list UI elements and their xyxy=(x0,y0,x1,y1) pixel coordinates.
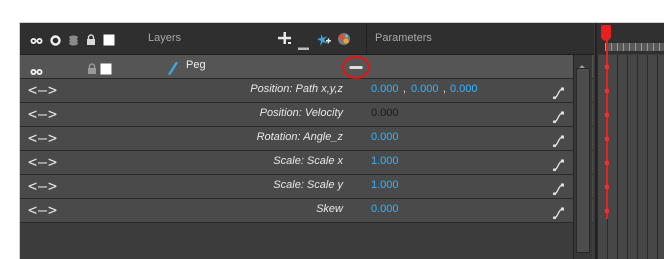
param-value[interactable]: 1.000 xyxy=(371,179,399,191)
function-curve-icon[interactable] xyxy=(553,204,565,223)
keyframe-marker[interactable] xyxy=(605,113,609,117)
function-curve-icon[interactable] xyxy=(553,156,565,175)
scroll-up-arrow-icon[interactable] xyxy=(576,57,588,69)
peg-layer-row[interactable]: Peg xyxy=(20,55,593,79)
layers-panel: Layers Parameters Peg <—> Position: Path… xyxy=(20,23,594,259)
param-row-skew[interactable]: <—> Skew 0.000 xyxy=(20,199,593,223)
frame-ruler[interactable] xyxy=(605,43,664,51)
param-name: Rotation: Angle_z xyxy=(256,131,343,143)
param-value-x[interactable]: 0.000 xyxy=(371,83,399,95)
circle-icon[interactable] xyxy=(50,31,61,50)
param-value-z[interactable]: 0.000 xyxy=(450,83,478,95)
keyframe-marker[interactable] xyxy=(605,65,609,69)
expand-arrows[interactable]: <—> xyxy=(28,105,58,123)
param-value-y[interactable]: 0.000 xyxy=(411,83,439,95)
keyframe-marker[interactable] xyxy=(605,161,609,165)
param-name: Skew xyxy=(316,203,343,215)
param-name: Position: Path x,y,z xyxy=(250,83,343,95)
keyframe-marker[interactable] xyxy=(605,185,609,189)
param-row-scale-y[interactable]: <—> Scale: Scale y 1.000 xyxy=(20,175,593,199)
expand-arrows[interactable]: <—> xyxy=(28,153,58,171)
stack-icon[interactable] xyxy=(68,31,79,50)
scrollbar-thumb[interactable] xyxy=(576,68,590,253)
value-separator: , xyxy=(403,83,407,95)
param-row-velocity[interactable]: <—> Position: Velocity 0.000 xyxy=(20,103,593,127)
param-name: Scale: Scale y xyxy=(273,179,343,191)
timeline-panel[interactable] xyxy=(595,23,664,259)
expand-arrows[interactable]: <—> xyxy=(28,177,58,195)
peg-icon xyxy=(168,60,178,79)
param-row-position-path[interactable]: <—> Position: Path x,y,z 0.000, 0.000, 0.0… xyxy=(20,79,593,103)
layers-label: Layers xyxy=(148,32,182,44)
square-icon[interactable] xyxy=(103,31,115,50)
lock-icon[interactable] xyxy=(86,31,96,50)
lock-icon[interactable] xyxy=(87,60,97,79)
square-icon[interactable] xyxy=(100,60,112,79)
parameters-label: Parameters xyxy=(375,32,432,44)
param-name: Position: Velocity xyxy=(259,107,343,119)
timeline-window: Layers Parameters Peg <—> Position: Path… xyxy=(19,22,664,259)
playhead-handle[interactable] xyxy=(601,25,611,41)
eye-icon[interactable] xyxy=(30,31,43,50)
function-curve-icon[interactable] xyxy=(553,108,565,127)
function-curve-icon[interactable] xyxy=(553,132,565,151)
param-value[interactable]: 1.000 xyxy=(371,155,399,167)
add-layer-icon[interactable] xyxy=(278,30,292,50)
keyframe-marker[interactable] xyxy=(605,137,609,141)
add-peg-icon[interactable] xyxy=(317,32,331,51)
expand-arrows[interactable]: <—> xyxy=(28,201,58,219)
param-row-rotation[interactable]: <—> Rotation: Angle_z 0.000 xyxy=(20,127,593,151)
effect-icon[interactable] xyxy=(336,31,352,51)
value-separator: , xyxy=(443,83,447,95)
keyframe-marker[interactable] xyxy=(605,209,609,213)
param-value[interactable]: 0.000 xyxy=(371,203,399,215)
param-value[interactable]: 0.000 xyxy=(371,107,399,119)
parameters-header: Parameters xyxy=(366,23,594,55)
param-row-scale-x[interactable]: <—> Scale: Scale x 1.000 xyxy=(20,151,593,175)
expand-arrows[interactable]: <—> xyxy=(28,129,58,147)
keyframe-marker[interactable] xyxy=(605,89,609,93)
expand-arrows[interactable]: <—> xyxy=(28,81,58,99)
layers-header: Layers xyxy=(20,23,366,55)
function-curve-icon[interactable] xyxy=(553,180,565,199)
param-value[interactable]: 0.000 xyxy=(371,131,399,143)
remove-layer-icon[interactable] xyxy=(298,36,310,55)
function-curve-icon[interactable] xyxy=(553,84,565,103)
param-name: Scale: Scale x xyxy=(273,155,343,167)
collapse-icon[interactable] xyxy=(342,56,370,79)
peg-name[interactable]: Peg xyxy=(186,59,206,71)
